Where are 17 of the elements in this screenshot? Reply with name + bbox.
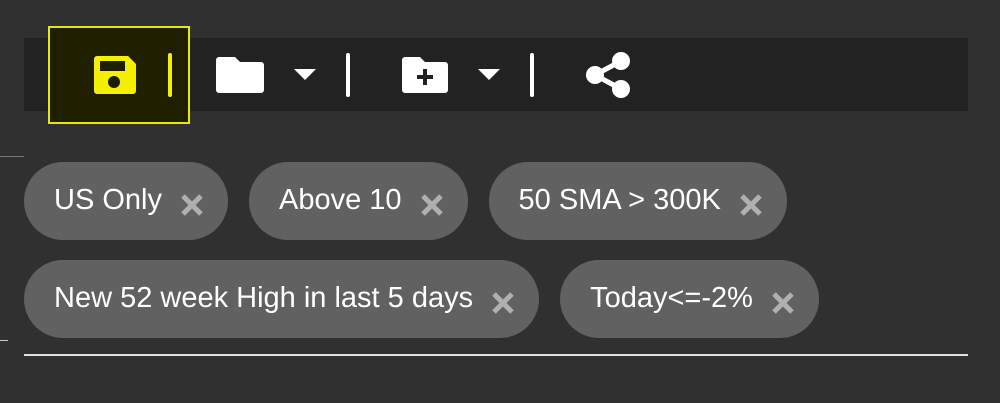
share-icon: [586, 52, 630, 98]
close-icon[interactable]: [180, 193, 204, 217]
filter-label: New 52 week High in last 5 days: [54, 281, 474, 316]
caret-icon: [294, 68, 316, 80]
close-icon[interactable]: [420, 193, 444, 217]
close-icon[interactable]: [738, 193, 763, 217]
close-icon[interactable]: [491, 291, 516, 315]
filter-label: Above 10: [278, 183, 402, 218]
filter-label: 50 SMA > 300K: [518, 183, 721, 218]
toolbar-button[interactable]: [48, 26, 190, 124]
filter-label: Today<=-2%: [590, 281, 753, 316]
close-icon[interactable]: [770, 291, 795, 315]
caret-icon: [478, 68, 500, 80]
folder-plus-icon: [402, 56, 448, 92]
save-icon: [94, 56, 136, 94]
filter-label: US Only: [54, 183, 162, 218]
folder-icon: [216, 56, 264, 92]
